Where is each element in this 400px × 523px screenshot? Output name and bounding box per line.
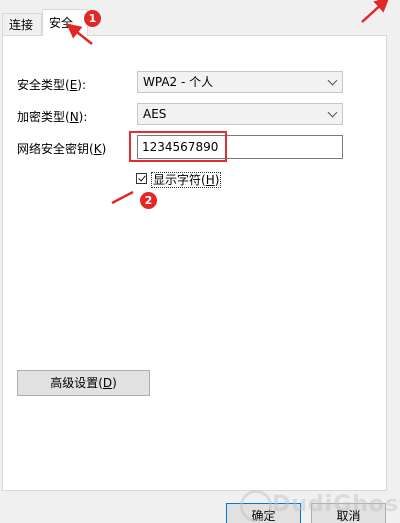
show-characters-checkbox[interactable] <box>136 173 147 184</box>
encryption-type-select[interactable]: AES <box>137 103 343 125</box>
tab-security-label: 安全 <box>49 16 74 30</box>
annotation-badge-2: 2 <box>140 192 157 209</box>
network-key-label-text: 网络安全密钥( <box>17 142 94 156</box>
encryption-type-label-text: 加密类型( <box>17 110 70 124</box>
security-type-label-suffix: ): <box>77 78 87 92</box>
show-characters-label-suffix: ) <box>214 173 220 187</box>
chevron-down-icon <box>327 75 338 86</box>
ok-button-label: 确定 <box>251 509 276 523</box>
network-key-label-suffix: ) <box>101 142 107 156</box>
security-type-label-text: 安全类型( <box>17 78 70 92</box>
show-characters-accesskey: H <box>205 173 215 187</box>
cancel-button[interactable]: 取消 <box>311 503 386 523</box>
ok-button[interactable]: 确定 <box>226 503 301 523</box>
tab-connect-label: 连接 <box>9 18 34 32</box>
annotation-badge-2-text: 2 <box>144 194 153 207</box>
security-type-value: WPA2 - 个人 <box>143 75 214 89</box>
show-characters-label-text: 显示字符( <box>153 173 206 187</box>
show-characters-label[interactable]: 显示字符(H) <box>151 172 222 188</box>
advanced-settings-label: 高级设置( <box>50 376 103 390</box>
network-key-label: 网络安全密钥(K) <box>17 140 106 157</box>
annotation-badge-1: 1 <box>84 10 101 27</box>
window-right-edge <box>387 0 400 523</box>
encryption-type-accesskey: N <box>69 110 79 124</box>
tab-connect[interactable]: 连接 <box>2 13 42 35</box>
encryption-type-label: 加密类型(N): <box>17 108 87 125</box>
encryption-type-value: AES <box>143 107 167 121</box>
tab-security[interactable]: 安全 <box>42 9 88 36</box>
network-key-value: 1234567890 <box>142 140 219 154</box>
chevron-down-icon <box>327 107 338 118</box>
network-key-input[interactable]: 1234567890 <box>137 135 343 159</box>
wifi-properties-dialog: 连接 安全 安全类型(E): WPA2 - 个人 加密类型(N): AES 网络… <box>0 0 400 523</box>
annotation-badge-1-text: 1 <box>88 12 97 25</box>
security-type-select[interactable]: WPA2 - 个人 <box>137 71 343 93</box>
security-type-label: 安全类型(E): <box>17 76 86 93</box>
encryption-type-label-suffix: ): <box>78 110 88 124</box>
advanced-settings-suffix: ) <box>112 376 117 390</box>
advanced-settings-accesskey: D <box>102 376 113 390</box>
network-key-accesskey: K <box>93 142 102 156</box>
cancel-button-label: 取消 <box>336 509 361 523</box>
advanced-settings-button[interactable]: 高级设置(D) <box>17 370 150 396</box>
